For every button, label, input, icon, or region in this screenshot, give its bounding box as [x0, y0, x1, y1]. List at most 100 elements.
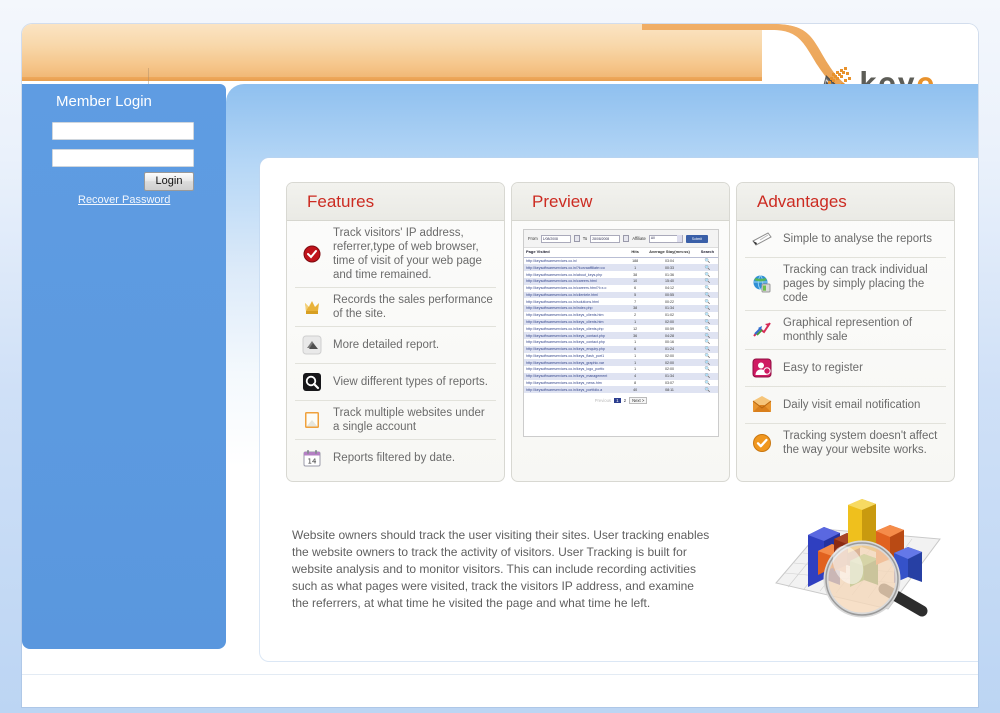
- gray-layers-icon: [297, 332, 327, 358]
- calendar-icon[interactable]: [573, 235, 580, 242]
- preview-affiliate-select[interactable]: All: [648, 234, 683, 243]
- cell-page: http://keysoftwareservices.co.in/keys_cl…: [524, 318, 629, 326]
- cell-hits: 8: [634, 381, 637, 386]
- cell-hits: 38: [628, 305, 643, 312]
- list-item-label: Graphical represention of monthly sale: [783, 317, 913, 343]
- list-item: Graphical represention of monthly sale: [745, 311, 946, 350]
- preview-to-label: To: [582, 236, 588, 241]
- table-body: http://keysoftwareservices.co.in/188 03:0…: [524, 257, 718, 394]
- table-row: http://keysoftwareservices.co.in/keys_gr…: [524, 359, 718, 367]
- preview-filter-toolbar: From 1/08/2008 To 28/08/2008 Affiliate A…: [524, 230, 718, 248]
- pagination-next[interactable]: Next >: [629, 397, 648, 405]
- row-search-icon[interactable]: 🔍: [696, 318, 718, 326]
- features-title: Features: [307, 192, 375, 211]
- preview-to-input[interactable]: 28/08/2008: [590, 234, 621, 243]
- cell-hits: 1: [628, 359, 643, 367]
- cell-page: http://keysoftwareservices.co.in/?kurvaa…: [524, 264, 629, 272]
- row-search-icon[interactable]: 🔍: [697, 285, 718, 292]
- row-search-icon[interactable]: 🔍: [696, 332, 718, 339]
- preview-from-label: From: [528, 236, 538, 241]
- cell-page: http://keysoftwareservices.co.in/keys_po…: [524, 386, 629, 394]
- cell-stay: 01:02: [665, 313, 674, 318]
- pagination-current-page[interactable]: 1: [614, 398, 621, 404]
- row-search-icon[interactable]: 🔍: [697, 380, 718, 387]
- row-search-icon[interactable]: 🔍: [696, 264, 718, 272]
- table-row: http://keysoftwareservices.co.in/keys_en…: [524, 345, 718, 353]
- user-badge-icon: [747, 355, 777, 381]
- password-input[interactable]: [52, 149, 194, 167]
- username-input[interactable]: [52, 122, 194, 140]
- row-search-icon[interactable]: 🔍: [697, 257, 718, 264]
- row-search-icon[interactable]: 🔍: [696, 372, 718, 380]
- cell-page: http://keysoftwareservices.co.in/keys_gr…: [524, 359, 629, 367]
- list-item: Simple to analyse the reports: [745, 221, 946, 258]
- cell-stay: 04:28: [642, 332, 697, 339]
- cell-stay: 08:11: [642, 386, 697, 394]
- list-item: Track multiple websites under a single a…: [295, 401, 496, 440]
- recover-password-link[interactable]: Recover Password: [78, 194, 170, 206]
- cell-page: http://keysoftwareservices.co.in/keys_co…: [524, 332, 629, 339]
- cell-hits: 188: [632, 258, 639, 263]
- preview-title: Preview: [532, 192, 593, 211]
- cell-page: http://keysoftwareservices.co.in/careers…: [526, 286, 607, 291]
- login-button[interactable]: Login: [144, 172, 194, 191]
- pagination-page-2[interactable]: 2: [624, 398, 626, 403]
- report-preview-thumbnail[interactable]: From 1/08/2008 To 28/08/2008 Affiliate A…: [523, 229, 719, 437]
- table-row: http://keysoftwareservices.co.in/keys_cl…: [524, 318, 718, 326]
- advantages-title: Advantages: [757, 192, 847, 211]
- row-search-icon[interactable]: 🔍: [697, 353, 718, 360]
- row-search-icon[interactable]: 🔍: [696, 291, 718, 299]
- table-row: http://keysoftwareservices.co.in/keys_co…: [524, 339, 718, 346]
- login-sidebar: [22, 84, 226, 649]
- calendar-icon[interactable]: [623, 235, 630, 242]
- row-search-icon[interactable]: 🔍: [696, 345, 718, 353]
- red-check-shield-icon: [297, 241, 327, 267]
- preview-report-table: Page Visited Hits Average Stay(mm:ss) Searc…: [524, 248, 718, 394]
- row-search-icon[interactable]: 🔍: [697, 325, 718, 332]
- table-row: http://keysoftwareservices.co.in/index.p…: [524, 305, 718, 312]
- cell-hits: 1: [634, 353, 637, 358]
- cell-stay: 03:04: [665, 258, 674, 263]
- row-search-icon[interactable]: 🔍: [697, 366, 718, 373]
- cell-page: http://keysoftwareservices.co.in/keys_cl…: [526, 313, 604, 318]
- cell-stay: 00:16: [665, 340, 674, 345]
- row-search-icon[interactable]: 🔍: [696, 277, 718, 285]
- row-search-icon[interactable]: 🔍: [696, 359, 718, 367]
- cell-stay: 03:07: [665, 381, 674, 386]
- list-item-label: Tracking system doesn't affect the way y…: [783, 430, 938, 456]
- cell-hits: 38: [633, 272, 638, 277]
- row-search-icon[interactable]: 🔍: [697, 298, 718, 305]
- row-search-icon[interactable]: 🔍: [697, 271, 718, 278]
- cell-hits: 40: [628, 386, 643, 394]
- arrows-chart-icon: [747, 317, 777, 343]
- pagination-prev[interactable]: Previous: [595, 398, 611, 403]
- advantages-panel: Advantages Simple to analyse the reports…: [736, 182, 955, 482]
- table-row: http://keysoftwareservices.co.in/keys_cl…: [524, 325, 718, 332]
- row-search-icon[interactable]: 🔍: [696, 386, 718, 394]
- list-item-label: Reports filtered by date.: [333, 452, 456, 464]
- table-row: http://keysoftwareservices.co.in/cliente…: [524, 291, 718, 299]
- row-search-icon[interactable]: 🔍: [697, 312, 718, 319]
- preview-submit-button[interactable]: Submit: [685, 234, 708, 243]
- preview-pagination: Previous 1 2 Next >: [524, 393, 718, 405]
- list-item: Easy to register: [745, 350, 946, 387]
- cell-stay: 15:40: [642, 277, 697, 285]
- table-header-row: Page Visited Hits Average Stay(mm:ss) Searc…: [524, 248, 718, 258]
- page-root: keye Member Login Login Recover Password…: [0, 0, 1000, 713]
- preview-panel-header: Preview: [512, 183, 729, 221]
- table-row: http://keysoftwareservices.co.in/keys_cl…: [524, 312, 718, 319]
- column-header: Page Visited: [524, 248, 629, 258]
- row-search-icon[interactable]: 🔍: [696, 305, 718, 312]
- row-search-icon[interactable]: 🔍: [697, 339, 718, 346]
- calendar-icon: 14: [297, 445, 327, 471]
- cell-page: http://keysoftwareservices.co.in/keys_lo…: [526, 367, 605, 372]
- list-item: Track visitors' IP address, referrer,typ…: [295, 221, 496, 288]
- cell-hits: 12: [633, 326, 638, 331]
- table-row: http://keysoftwareservices.co.in/keys_ne…: [524, 380, 718, 387]
- cell-hits: 1: [634, 340, 637, 345]
- list-item-label: More detailed report.: [333, 339, 440, 351]
- table-row: http://keysoftwareservices.co.in/keys_fl…: [524, 353, 718, 360]
- preview-from-input[interactable]: 1/08/2008: [540, 234, 571, 243]
- table-row: http://keysoftwareservices.co.in/careers…: [524, 285, 718, 292]
- list-item-label: Records the sales performance of the sit…: [333, 294, 493, 320]
